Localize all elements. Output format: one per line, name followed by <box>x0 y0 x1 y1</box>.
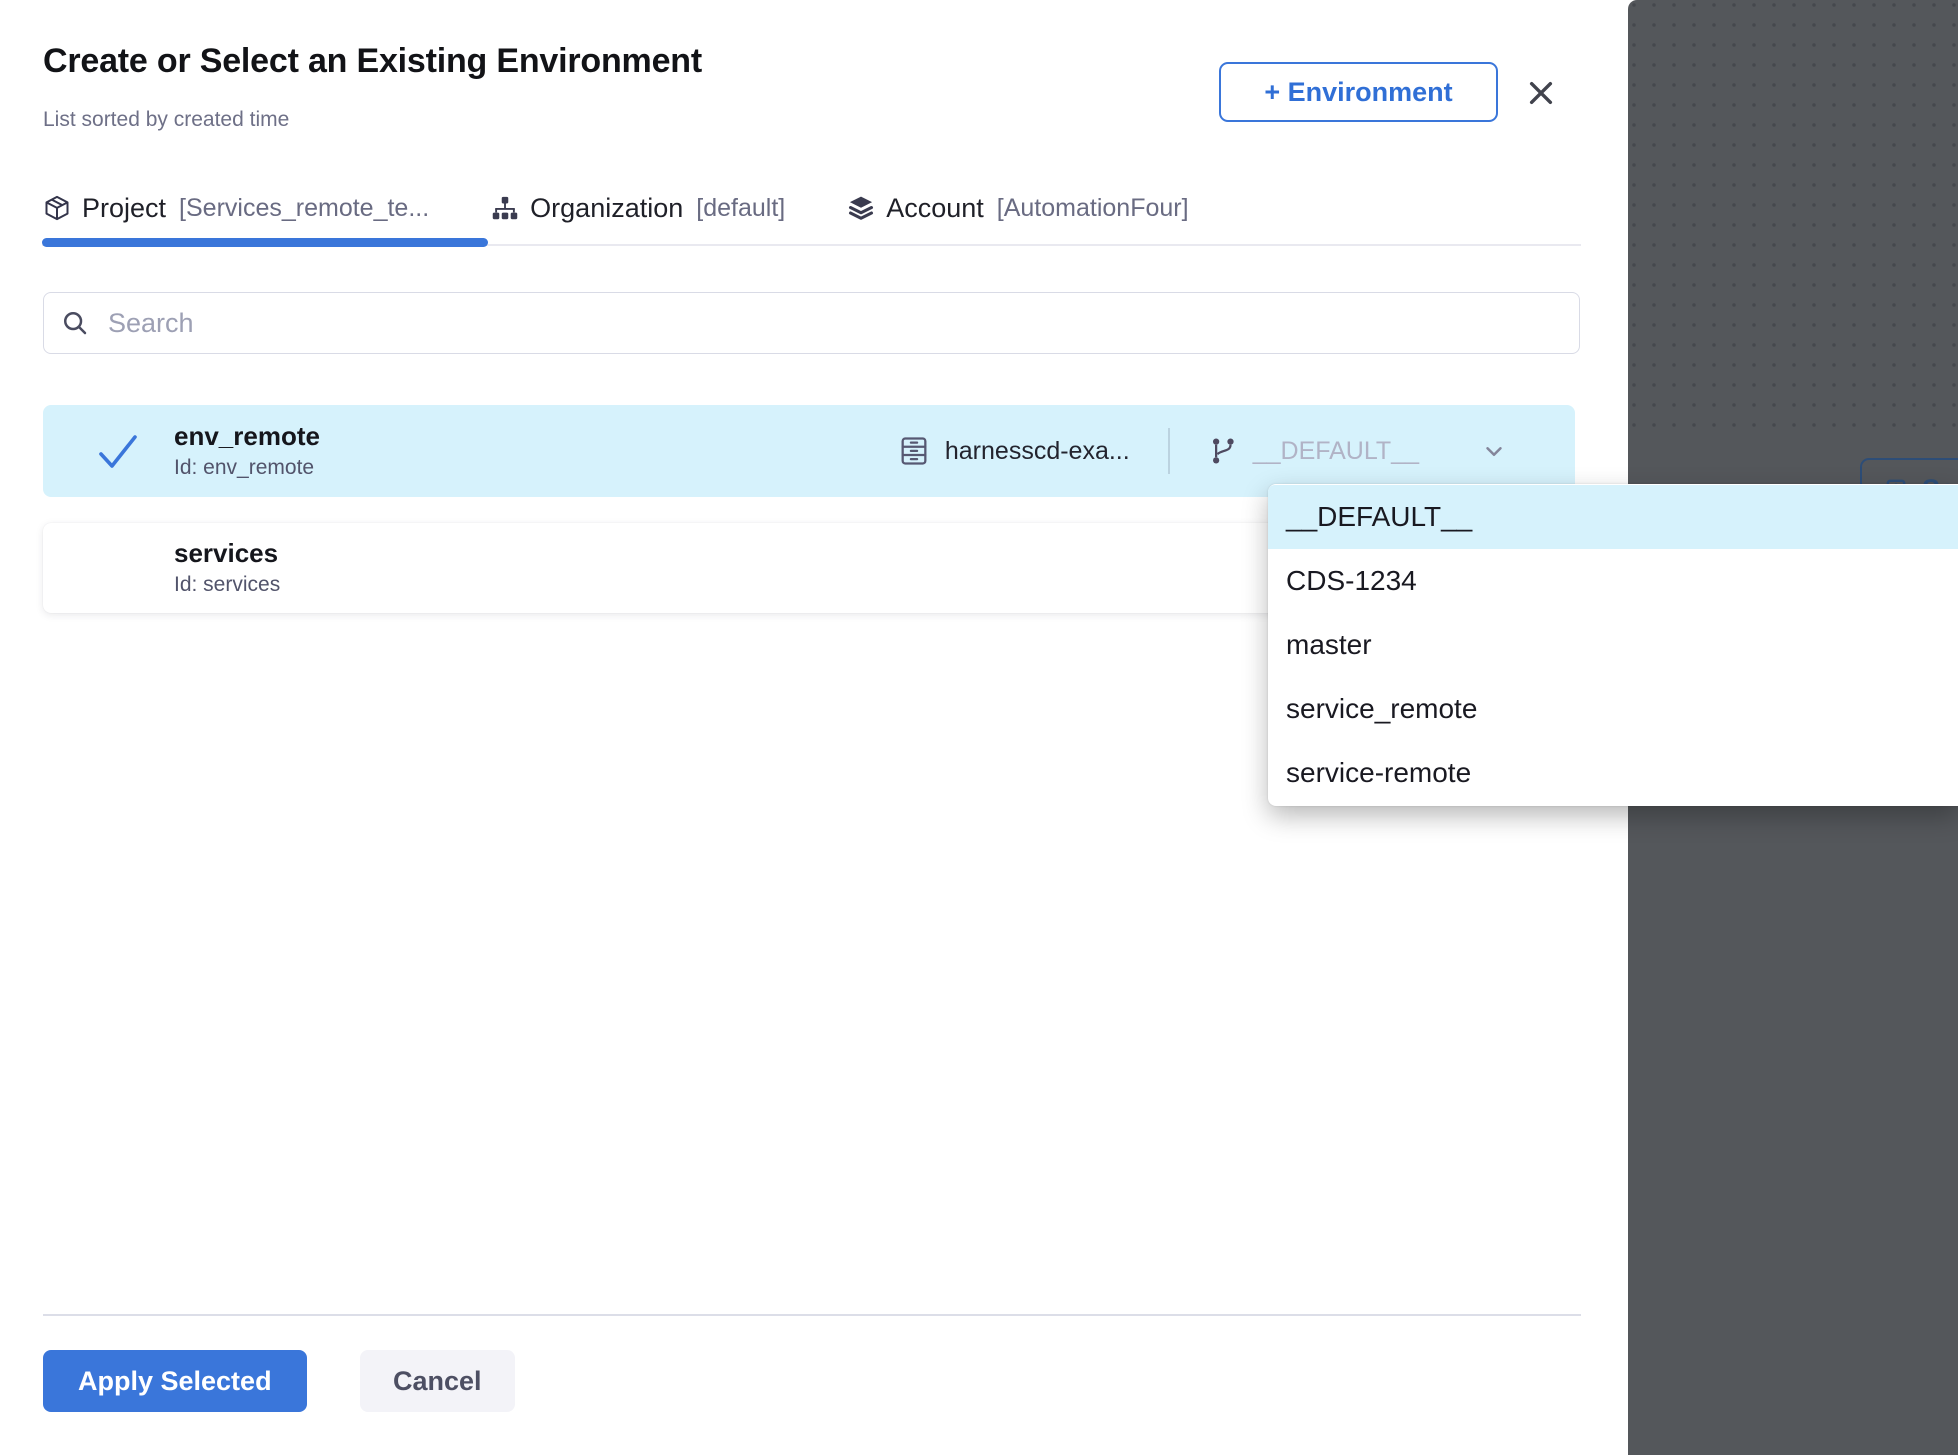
tab-organization-scope: [default] <box>696 194 785 223</box>
close-button[interactable] <box>1518 70 1564 116</box>
branch-option-service-under[interactable]: service_remote <box>1268 677 1958 741</box>
selected-branch-label: __DEFAULT__ <box>1253 437 1419 466</box>
tab-account[interactable]: Account [AutomationFour] <box>847 193 1188 224</box>
canvas-dot-grid <box>1628 0 1958 428</box>
branch-option-cds-1234[interactable]: CDS-1234 <box>1268 549 1958 613</box>
environment-name-block: services Id: services <box>174 539 280 597</box>
page-title: Create or Select an Existing Environment <box>43 42 702 81</box>
tab-project-scope: [Services_remote_te... <box>179 194 429 223</box>
search-box <box>43 292 1580 354</box>
branch-dropdown-menu: __DEFAULT__ CDS-1234 master service_remo… <box>1268 484 1958 806</box>
new-environment-button[interactable]: + Environment <box>1219 62 1498 122</box>
environment-name: env_remote <box>174 422 320 452</box>
tab-organization[interactable]: Organization [default] <box>491 193 785 224</box>
org-chart-icon <box>491 194 519 222</box>
environment-name-block: env_remote Id: env_remote <box>174 422 320 480</box>
sort-hint-text: List sorted by created time <box>43 108 289 132</box>
repository-icon <box>897 434 931 468</box>
search-input[interactable] <box>106 307 1579 340</box>
close-icon <box>1525 77 1557 109</box>
tab-organization-label: Organization <box>530 193 683 224</box>
scope-tabs: Project [Services_remote_te... Organizat… <box>43 186 1189 230</box>
repository-name: harnesscd-exa... <box>945 437 1130 466</box>
active-tab-indicator <box>42 238 488 247</box>
branch-option-default[interactable]: __DEFAULT__ <box>1268 485 1958 549</box>
vertical-divider <box>1168 428 1170 474</box>
branch-option-master[interactable]: master <box>1268 613 1958 677</box>
footer-divider <box>43 1314 1581 1316</box>
environment-id: Id: env_remote <box>174 456 320 480</box>
tab-project[interactable]: Project [Services_remote_te... <box>43 193 429 224</box>
tab-account-scope: [AutomationFour] <box>997 194 1189 223</box>
tab-project-label: Project <box>82 193 166 224</box>
search-icon <box>60 308 90 338</box>
branch-option-service-hyphen[interactable]: service-remote <box>1268 741 1958 805</box>
environment-name: services <box>174 539 280 569</box>
layers-icon <box>847 194 875 222</box>
cancel-button[interactable]: Cancel <box>360 1350 515 1412</box>
chevron-down-icon[interactable] <box>1481 438 1507 464</box>
git-branch-icon <box>1208 436 1238 466</box>
environment-git-details: harnesscd-exa... __DEFAULT__ <box>897 428 1507 474</box>
cube-icon <box>43 194 71 222</box>
tab-account-label: Account <box>886 193 984 224</box>
apply-selected-button[interactable]: Apply Selected <box>43 1350 307 1412</box>
check-icon <box>95 431 141 473</box>
environment-id: Id: services <box>174 573 280 597</box>
